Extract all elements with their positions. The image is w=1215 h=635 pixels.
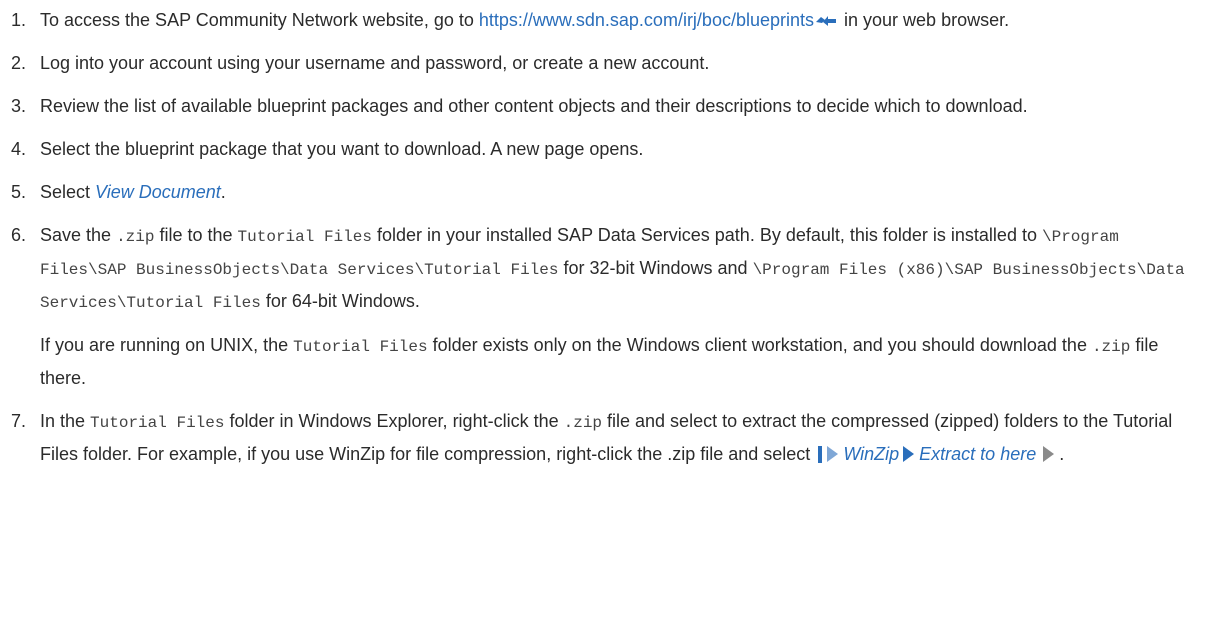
step-1: 1. To access the SAP Community Network w… xyxy=(11,5,1195,36)
folder-name: Tutorial Files xyxy=(237,228,372,246)
menu-path-end-icon xyxy=(1043,446,1055,462)
step-text: Save the .zip file to the Tutorial Files… xyxy=(40,225,1185,312)
step-number: 7. xyxy=(11,411,27,431)
blueprints-link[interactable]: https://www.sdn.sap.com/irj/boc/blueprin… xyxy=(479,10,814,30)
step-6: 6. Save the .zip file to the Tutorial Fi… xyxy=(11,220,1195,394)
step-3: 3. Review the list of available blueprin… xyxy=(11,91,1195,122)
unix-note: If you are running on UNIX, the Tutorial… xyxy=(40,335,1159,388)
step-7: 7. In the Tutorial Files folder in Windo… xyxy=(11,406,1195,470)
zip-extension: .zip xyxy=(1091,338,1131,356)
procedure-steps: 1. To access the SAP Community Network w… xyxy=(0,0,1215,470)
view-document-ui-term: View Document xyxy=(95,182,221,202)
external-link-icon[interactable] xyxy=(815,13,837,27)
step-text: To access the SAP Community Network webs… xyxy=(40,10,1010,30)
zip-extension: .zip xyxy=(116,228,155,246)
menu-arrow-icon xyxy=(903,446,915,462)
step-text: In the Tutorial Files folder in Windows … xyxy=(40,411,1173,464)
step-text: Select the blueprint package that you wa… xyxy=(40,139,644,159)
step-number: 1. xyxy=(11,10,27,30)
menu-item-winzip: WinZip xyxy=(843,444,900,464)
step-text: Select View Document. xyxy=(40,182,226,202)
step-number: 3. xyxy=(11,96,27,116)
zip-extension: .zip xyxy=(563,414,603,432)
folder-name: Tutorial Files xyxy=(90,414,225,432)
step-text: Log into your account using your usernam… xyxy=(40,53,710,73)
step-5: 5. Select View Document. xyxy=(11,177,1195,208)
menu-item-extract-to-here: Extract to here xyxy=(919,444,1037,464)
folder-name: Tutorial Files xyxy=(293,338,428,356)
menu-path-start-icon xyxy=(818,446,823,463)
step-number: 5. xyxy=(11,182,27,202)
step-number: 6. xyxy=(11,225,27,245)
step-number: 2. xyxy=(11,53,27,73)
step-number: 4. xyxy=(11,139,27,159)
step-text: Review the list of available blueprint p… xyxy=(40,96,1028,116)
step-2: 2. Log into your account using your user… xyxy=(11,48,1195,79)
menu-arrow-icon xyxy=(827,446,839,462)
step-4: 4. Select the blueprint package that you… xyxy=(11,134,1195,165)
